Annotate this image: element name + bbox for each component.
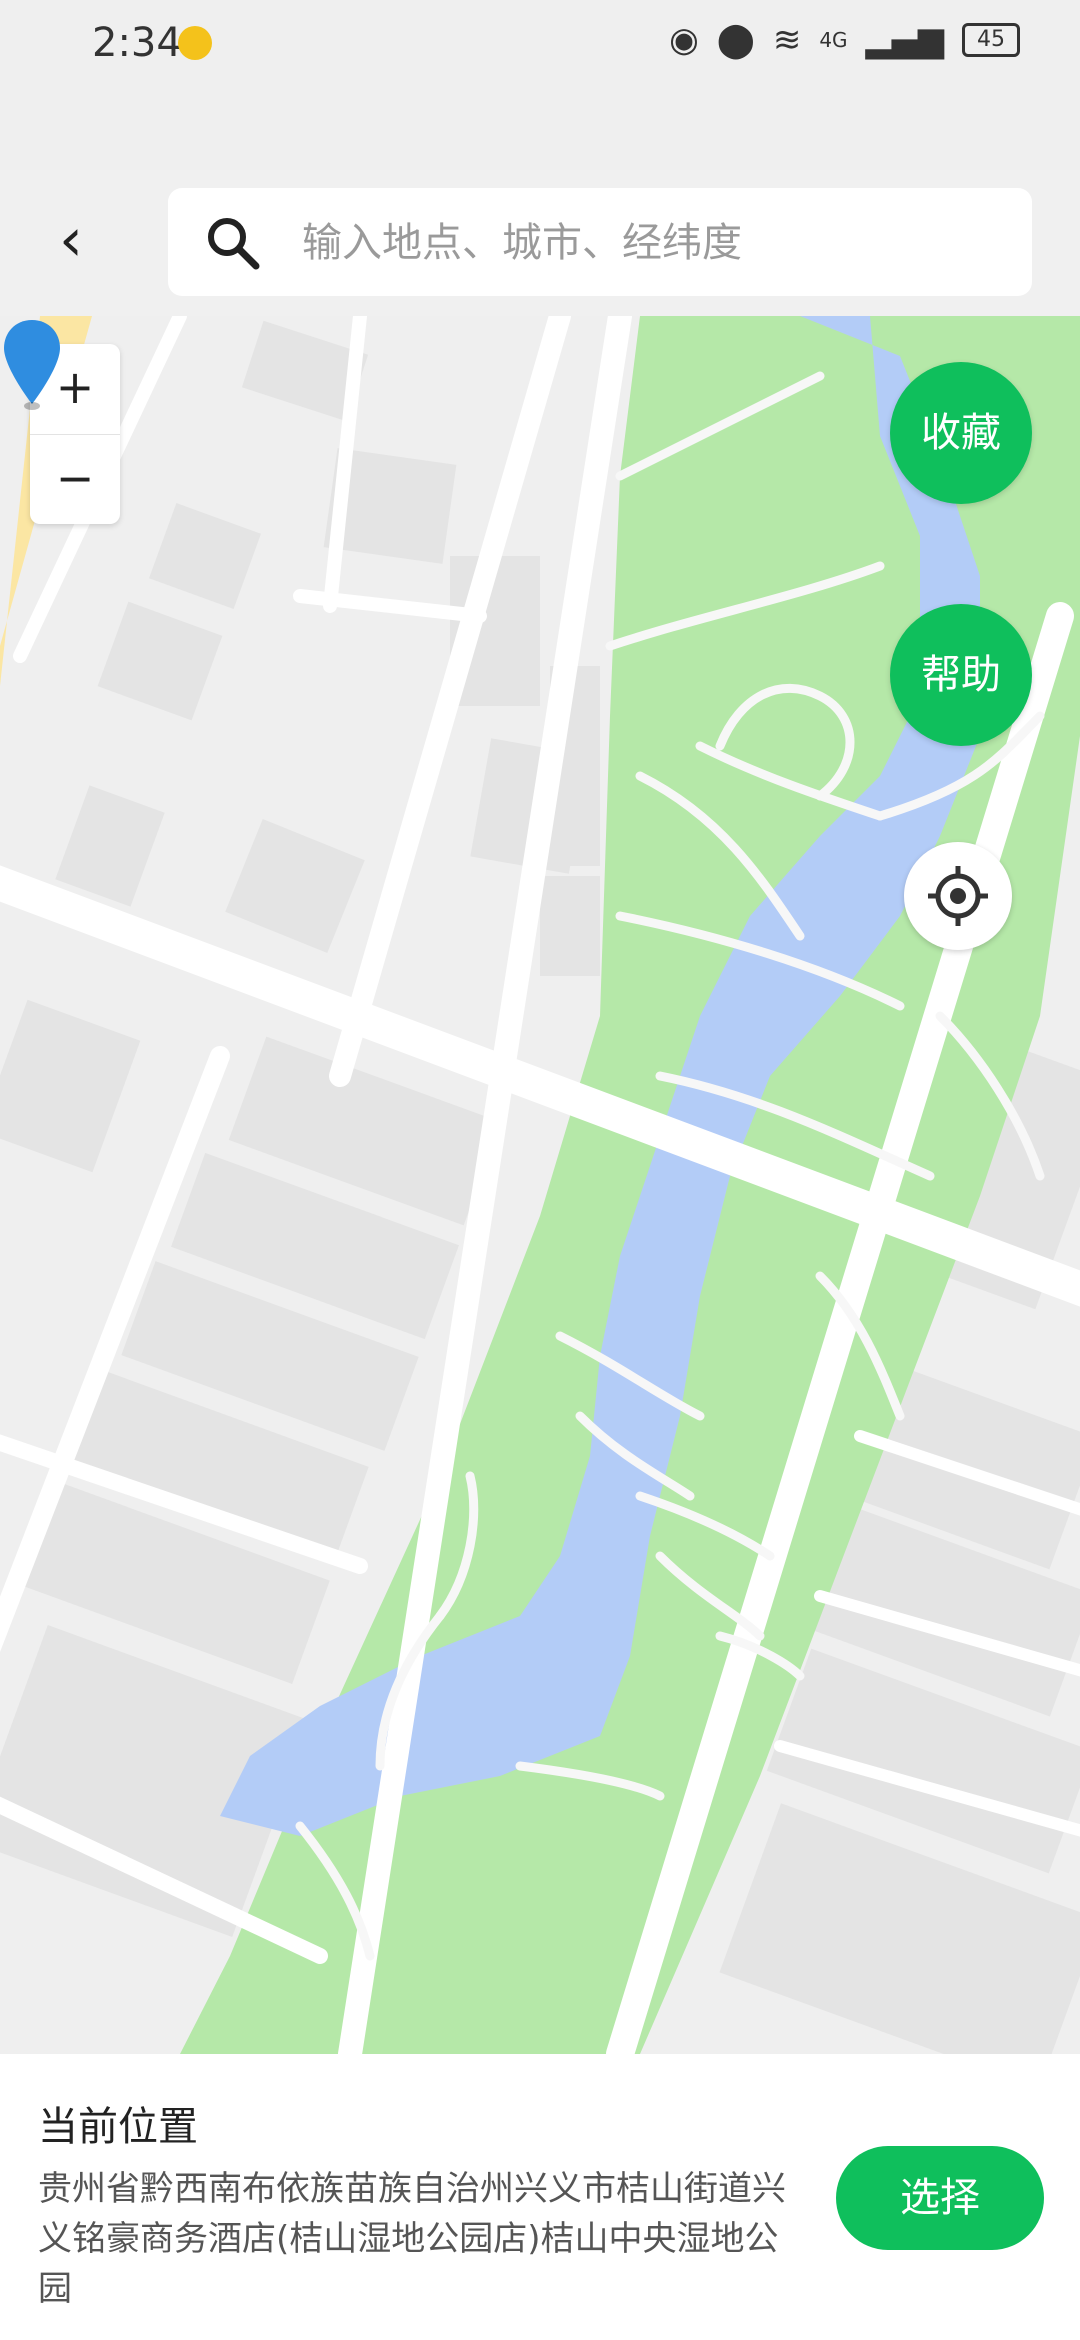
map-view[interactable]: + − 收藏 帮助 xyxy=(0,316,1080,2054)
current-location-title: 当前位置 xyxy=(38,2104,198,2150)
location-icon: ⬤ xyxy=(716,20,755,60)
search-input[interactable] xyxy=(300,188,1004,298)
current-address: 贵州省黔西南布依族苗族自治州兴义市桔山街道兴义铭豪商务酒店(桔山湿地公园店)桔山… xyxy=(38,2169,786,2309)
locate-button[interactable] xyxy=(904,842,1012,950)
notification-icon xyxy=(178,26,212,60)
battery-icon: 45 xyxy=(962,23,1020,57)
search-box[interactable] xyxy=(168,188,1032,298)
help-button[interactable]: 帮助 xyxy=(890,604,1032,746)
status-icons: ◉ ⬤ ≋ 4G ▂▄▆ 45 xyxy=(669,20,1020,60)
select-button[interactable]: 选择 xyxy=(836,2146,1044,2250)
header: ‹ xyxy=(0,170,1080,317)
crosshair-icon xyxy=(928,866,988,926)
map-canvas[interactable] xyxy=(0,316,1080,2054)
network-type: 4G xyxy=(819,28,848,52)
signal-icon: ▂▄▆ xyxy=(865,20,944,60)
zoom-out-button[interactable]: − xyxy=(30,435,120,525)
location-panel: 当前位置 贵州省黔西南布依族苗族自治州兴义市桔山街道兴义铭豪商务酒店(桔山湿地公… xyxy=(0,2054,1080,2340)
location-pin-icon[interactable] xyxy=(0,316,64,412)
status-time: 2:34 xyxy=(92,20,182,66)
eye-icon: ◉ xyxy=(669,20,699,60)
back-button[interactable]: ‹ xyxy=(36,208,106,278)
search-icon xyxy=(208,218,260,270)
status-bar: 2:34 ◉ ⬤ ≋ 4G ▂▄▆ 45 xyxy=(0,0,1080,170)
wifi-icon: ≋ xyxy=(772,20,802,60)
favorite-button[interactable]: 收藏 xyxy=(890,362,1032,504)
